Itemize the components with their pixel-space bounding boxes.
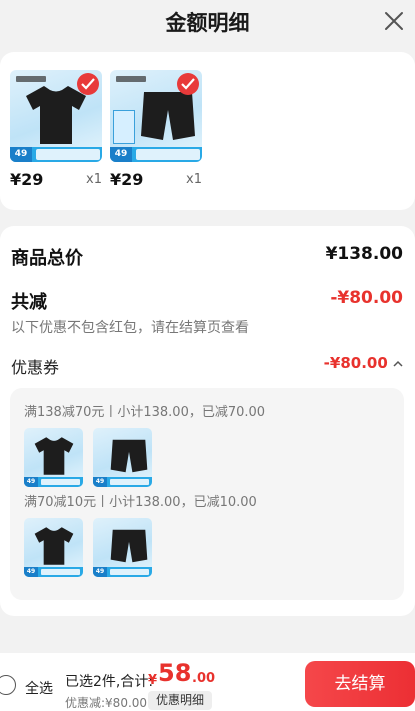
coupon-row[interactable]: 优惠券 -¥80.00 bbox=[11, 354, 403, 377]
rule-product-thumb: 49 bbox=[24, 518, 83, 577]
shorts-image bbox=[110, 439, 148, 473]
product-image: 49 bbox=[10, 70, 102, 162]
checkout-button[interactable]: 去结算 bbox=[305, 661, 415, 707]
brand-logo bbox=[116, 76, 146, 82]
rule-product-thumb: 49 bbox=[24, 428, 83, 487]
select-all-radio[interactable] bbox=[0, 675, 16, 695]
brand-logo bbox=[16, 76, 46, 82]
discount-row: 共减 -¥80.00 bbox=[11, 288, 403, 313]
total-price-row: 商品总价 ¥138.00 bbox=[11, 244, 403, 269]
product-item[interactable]: 49 ¥29 x1 bbox=[110, 70, 202, 189]
discount-detail-button[interactable]: 优惠明细 bbox=[148, 691, 212, 710]
coupon-rule: 满70减10元丨小计138.00，已减10.00 bbox=[24, 495, 257, 510]
page-title: 金额明细 bbox=[165, 11, 250, 35]
total-price-label: 商品总价 bbox=[11, 248, 83, 269]
discount-value: -¥80.00 bbox=[330, 288, 403, 308]
product-image: 49 bbox=[110, 70, 202, 162]
promo-price-label: 49 bbox=[10, 147, 32, 162]
rule-product-thumb: 49 bbox=[93, 518, 152, 577]
total-currency: ¥ bbox=[148, 673, 158, 688]
product-item[interactable]: 49 ¥29 x1 bbox=[10, 70, 102, 189]
coupon-label: 优惠券 bbox=[11, 358, 60, 377]
selected-count-text: 已选2件,合计: bbox=[65, 674, 154, 690]
discount-note-row: 以下优惠不包含红包，请在结算页查看 bbox=[11, 317, 403, 337]
coupon-detail-panel: 满138减70元丨小计138.00，已减70.00 49 49 满70减10元丨… bbox=[10, 388, 404, 600]
chevron-up-icon[interactable] bbox=[393, 360, 403, 368]
checkout-bar: 全选 已选2件,合计: ¥ 58 .00 优惠减:¥80.00 优惠明细 去结算 bbox=[0, 653, 415, 711]
total-price-value: ¥138.00 bbox=[325, 244, 403, 264]
select-all-label[interactable]: 全选 bbox=[25, 678, 53, 698]
coupon-amount: -¥80.00 bbox=[323, 354, 388, 372]
promo-price-label: 49 bbox=[110, 147, 132, 162]
close-icon[interactable] bbox=[383, 10, 405, 32]
tshirt-image bbox=[26, 86, 86, 144]
discount-note: 以下优惠不包含红包，请在结算页查看 bbox=[11, 320, 249, 336]
product-qty: x1 bbox=[186, 172, 202, 187]
discount-label: 共减 bbox=[11, 292, 47, 313]
price-summary-card: 商品总价 ¥138.00 共减 -¥80.00 以下优惠不包含红包，请在结算页查… bbox=[0, 226, 415, 616]
rule-product-thumb: 49 bbox=[93, 428, 152, 487]
selected-check-icon bbox=[77, 73, 99, 95]
tshirt-image bbox=[34, 527, 74, 565]
shorts-image bbox=[141, 92, 195, 140]
product-price: ¥29 bbox=[10, 170, 44, 189]
discount-summary: 优惠减:¥80.00 bbox=[65, 696, 148, 710]
product-list-card: 49 ¥29 x1 49 ¥29 x1 bbox=[0, 52, 415, 210]
total-decimal: .00 bbox=[192, 671, 216, 686]
shorts-image bbox=[110, 529, 148, 563]
header: 金额明细 bbox=[0, 0, 415, 44]
selected-check-icon bbox=[177, 73, 199, 95]
tshirt-image bbox=[34, 437, 74, 475]
product-price: ¥29 bbox=[110, 170, 144, 189]
coupon-rule: 满138减70元丨小计138.00，已减70.00 bbox=[24, 405, 266, 420]
product-qty: x1 bbox=[86, 172, 102, 187]
total-amount: 58 bbox=[158, 659, 192, 687]
slogan-badge bbox=[113, 110, 135, 144]
coupon-value[interactable]: -¥80.00 bbox=[324, 354, 403, 372]
